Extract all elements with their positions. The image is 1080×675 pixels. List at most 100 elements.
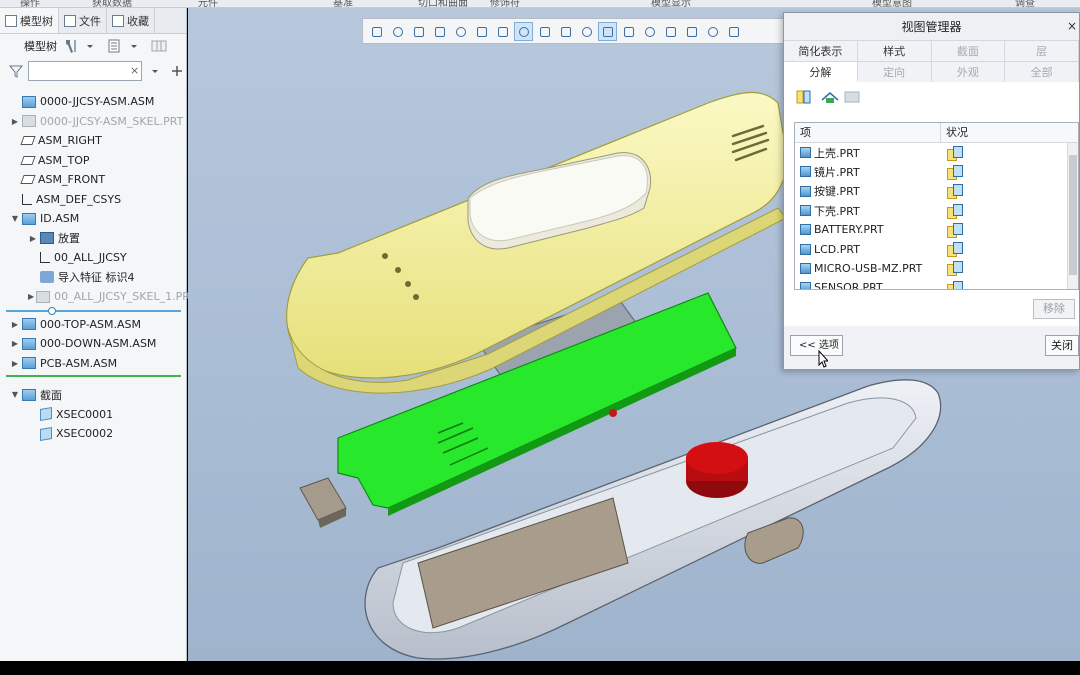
tree-node[interactable]: ▶ 000-TOP-ASM.ASM [0, 315, 187, 335]
expand-arrow-icon[interactable]: ▶ [10, 117, 20, 126]
list-icon[interactable] [844, 89, 860, 105]
ribbon-group-label[interactable]: 模型显示 [651, 0, 691, 7]
tree-node[interactable]: 00_ALL_JJCSY [0, 248, 187, 268]
tree-search-input[interactable] [28, 61, 142, 81]
spin-display-icon[interactable] [682, 22, 701, 41]
ribbon-group-label[interactable]: 修饰符 [490, 0, 520, 7]
tree-node[interactable]: XSEC0001 [0, 405, 187, 425]
tree-node[interactable]: ▶ PCB-ASM.ASM [0, 354, 187, 374]
refit-icon[interactable] [367, 22, 386, 41]
tree-node[interactable]: ASM_RIGHT [0, 131, 187, 151]
table-scrollbar[interactable] [1067, 143, 1078, 289]
repaint-icon[interactable] [430, 22, 449, 41]
close-button[interactable]: 关闭 [1045, 335, 1079, 356]
insert-here-marker[interactable] [6, 306, 181, 315]
perspective-icon[interactable] [535, 22, 554, 41]
explode-status-icon[interactable] [947, 184, 963, 200]
ribbon-group-label[interactable]: 调查 [1015, 0, 1035, 7]
tree-node[interactable]: ▶ 00_ALL_JJCSY_SKEL_1.PRT [0, 287, 196, 307]
tree-node[interactable]: ▶ 0000-JJCSY-ASM_SKEL.PRT [0, 112, 187, 132]
view-manager-tab[interactable]: 简化表示 [784, 41, 858, 61]
micro-usb-part[interactable] [299, 477, 347, 528]
options-toggle-button[interactable]: << 选项 [790, 335, 843, 356]
column-header-item[interactable]: 项 [795, 123, 941, 142]
view-manager-icon[interactable] [514, 21, 533, 41]
ribbon-group-label[interactable]: 切口和曲面 [418, 0, 468, 7]
tab-folder[interactable]: 文件 [59, 8, 107, 33]
tree-node[interactable]: ▶ 放置 [0, 229, 187, 249]
table-row[interactable]: SENSOR.PRT [795, 278, 1078, 289]
tree-node[interactable]: ASM_DEF_CSYS [0, 190, 187, 210]
show-menu-icon[interactable] [107, 38, 123, 54]
explode-status-icon[interactable] [947, 280, 963, 289]
ribbon-group-label[interactable]: 操作 [20, 0, 40, 7]
tree-node[interactable]: ASM_TOP [0, 151, 187, 171]
explode-status-icon[interactable] [947, 203, 963, 219]
view-manager-tab[interactable]: 截面 [932, 41, 1006, 61]
dialog-title-bar[interactable]: 视图管理器 × [784, 13, 1079, 40]
tree-node[interactable]: ▼ 截面 [0, 385, 187, 405]
button-part[interactable] [686, 442, 748, 498]
tree-node[interactable]: 导入特征 标识4 [0, 268, 187, 288]
axis-display-icon[interactable] [619, 22, 638, 41]
add-filter-icon[interactable] [170, 63, 186, 79]
tree-node[interactable]: 0000-JJCSY-ASM.ASM [0, 92, 187, 112]
spin-center-icon[interactable] [556, 22, 575, 41]
remove-button[interactable]: 移除 [1033, 299, 1075, 319]
view-manager-tab[interactable]: 样式 [858, 41, 932, 61]
expand-arrow-icon[interactable]: ▶ [10, 359, 20, 368]
expand-arrow-icon[interactable]: ▶ [10, 320, 20, 329]
table-row[interactable]: 下壳.PRT [795, 201, 1078, 220]
annotation-display-icon[interactable] [577, 22, 596, 41]
point-display-icon[interactable] [640, 22, 659, 41]
table-row[interactable]: 按键.PRT [795, 182, 1078, 201]
explode-status-icon[interactable] [947, 222, 963, 238]
explode-status-icon[interactable] [947, 261, 963, 277]
more-icon[interactable] [724, 22, 743, 41]
close-icon[interactable]: × [1067, 19, 1077, 33]
ribbon-group-label[interactable]: 获取数据 [92, 0, 132, 7]
table-row[interactable]: 上壳.PRT [795, 143, 1078, 162]
column-header-status[interactable]: 状况 [941, 123, 968, 142]
pan-icon[interactable] [451, 22, 470, 41]
saved-views-icon[interactable] [493, 22, 512, 41]
plane-display-icon[interactable] [598, 21, 617, 41]
view-manager-tab[interactable]: 全部 [1005, 62, 1079, 82]
tree-columns-icon[interactable] [151, 38, 167, 54]
explode-status-icon[interactable] [947, 164, 963, 180]
view-manager-tab[interactable]: 定向 [858, 62, 932, 82]
ribbon-group-label[interactable]: 模型意图 [872, 0, 912, 7]
zoom-out-icon[interactable] [409, 22, 428, 41]
expand-arrow-icon[interactable]: ▶ [10, 339, 20, 348]
filter-icon[interactable] [8, 63, 24, 79]
settings-tools-icon[interactable] [63, 38, 79, 54]
table-row[interactable]: BATTERY.PRT [795, 220, 1078, 239]
collapse-arrow-icon[interactable]: ▼ [10, 214, 20, 223]
expand-arrow-icon[interactable]: ▶ [28, 292, 34, 301]
expand-arrow-icon[interactable]: ▶ [28, 234, 38, 243]
ribbon-group-label[interactable]: 元件 [198, 0, 218, 7]
chevron-down-icon[interactable] [129, 38, 145, 54]
chevron-down-icon[interactable] [150, 63, 166, 79]
clear-icon[interactable]: × [130, 64, 139, 77]
new-explode-icon[interactable] [796, 89, 812, 105]
ribbon-group-label[interactable]: 基准 [333, 0, 353, 7]
chevron-down-icon[interactable] [85, 38, 101, 54]
tree-node[interactable]: ▶ 000-DOWN-ASM.ASM [0, 334, 187, 354]
csys-display-icon[interactable] [661, 22, 680, 41]
view-manager-tab[interactable]: 分解 [784, 62, 858, 82]
explode-status-icon[interactable] [947, 242, 963, 258]
zoom-in-icon[interactable] [388, 22, 407, 41]
tree-node[interactable]: ▼ ID.ASM [0, 209, 187, 229]
view-manager-tab[interactable]: 层 [1005, 41, 1079, 61]
tree-node[interactable]: XSEC0002 [0, 424, 187, 444]
annotation-icon[interactable] [703, 22, 722, 41]
display-style-icon[interactable] [472, 22, 491, 41]
tree-node[interactable]: ASM_FRONT [0, 170, 187, 190]
toggle-explode-icon[interactable] [820, 89, 839, 105]
collapse-arrow-icon[interactable]: ▼ [10, 390, 20, 399]
tab-favorites[interactable]: 收藏 [107, 8, 155, 33]
view-manager-tab[interactable]: 外观 [932, 62, 1006, 82]
tab-model-tree[interactable]: 模型树 [0, 8, 59, 33]
table-row[interactable]: LCD.PRT [795, 239, 1078, 258]
